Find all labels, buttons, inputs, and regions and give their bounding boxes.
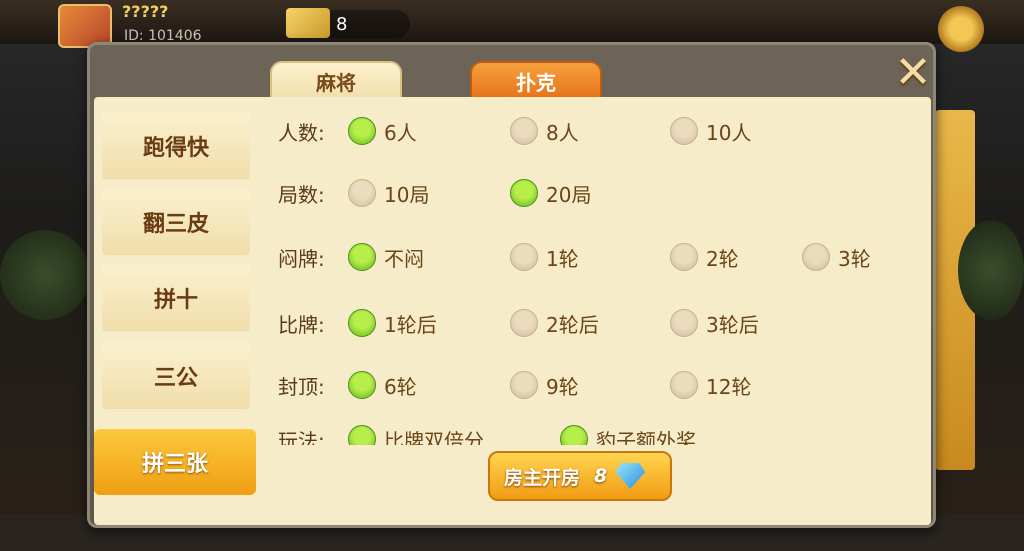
play-row: 玩法: 比牌双倍分 豹子额外奖 [266,423,926,445]
radio-icon [670,243,698,271]
stuffy-row: 闷牌: 不闷 1轮 2轮 3轮 [266,241,926,273]
radio-icon [348,309,376,337]
checkbox-icon [560,425,588,445]
compare-option[interactable]: 3轮后 [670,307,759,339]
radio-icon [510,117,538,145]
players-row: 人数: 6人 8人 10人 [266,115,926,147]
players-option[interactable]: 10人 [670,115,751,147]
cap-option[interactable]: 12轮 [670,369,751,401]
stuffy-option[interactable]: 2轮 [670,241,739,273]
radio-icon [510,371,538,399]
game-sidebar: 跑得快 翻三皮 拼十 三公 拼三张 [94,97,260,525]
settings-panel: 人数: 6人 8人 10人 局数: 10局 20局 闷牌: 不闷 1轮 2轮 3… [266,105,926,445]
cap-row: 封顶: 6轮 9轮 12轮 [266,369,926,401]
stuffy-label: 闷牌: [278,247,325,271]
close-icon[interactable]: ✕ [890,47,936,98]
gem-count: 8 [336,14,348,35]
compare-option[interactable]: 2轮后 [510,307,599,339]
stuffy-option[interactable]: 3轮 [802,241,871,273]
create-room-dialog: 麻将 扑克 ✕ 跑得快 翻三皮 拼十 三公 拼三张 人数: 6人 8人 10人 … [87,42,936,528]
decor-plant [958,220,1024,320]
radio-icon [348,243,376,271]
play-option[interactable]: 比牌双倍分 [348,423,484,445]
sidebar-item-sangong[interactable]: 三公 [102,343,250,409]
sidebar-item-fansanpi[interactable]: 翻三皮 [102,189,250,255]
create-room-button[interactable]: 房主开房 8 [488,451,672,501]
decor-plant [0,230,90,320]
sidebar-item-paodekuai[interactable]: 跑得快 [102,113,250,179]
checkbox-icon [348,425,376,445]
tab-puke[interactable]: 扑克 [470,61,602,101]
stuffy-option[interactable]: 1轮 [510,241,579,273]
radio-icon [802,243,830,271]
radio-icon [348,371,376,399]
radio-icon [510,243,538,271]
player-name: ????? [122,2,169,21]
stuffy-option[interactable]: 不闷 [348,241,424,273]
radio-icon [670,371,698,399]
rounds-label: 局数: [278,183,325,207]
radio-icon [348,179,376,207]
sidebar-item-pinshi[interactable]: 拼十 [102,265,250,331]
rounds-option[interactable]: 10局 [348,177,429,209]
create-room-cost: 8 [594,465,608,487]
settings-gear-icon[interactable] [938,6,984,52]
players-label: 人数: [278,121,325,145]
play-option[interactable]: 豹子额外奖 [560,423,696,445]
cap-option[interactable]: 6轮 [348,369,417,401]
cap-label: 封顶: [278,375,325,399]
play-label: 玩法: [278,429,325,445]
compare-label: 比牌: [278,313,325,337]
rounds-row: 局数: 10局 20局 [266,177,926,209]
players-option[interactable]: 8人 [510,115,579,147]
radio-icon [348,117,376,145]
cap-option[interactable]: 9轮 [510,369,579,401]
radio-icon [670,117,698,145]
compare-row: 比牌: 1轮后 2轮后 3轮后 [266,307,926,339]
radio-icon [510,309,538,337]
gem-icon [286,8,330,38]
diamond-icon [615,463,646,489]
rounds-option[interactable]: 20局 [510,177,591,209]
radio-icon [670,309,698,337]
tab-majiang[interactable]: 麻将 [270,61,402,101]
sidebar-item-pinsanzhang[interactable]: 拼三张 [94,429,256,495]
compare-option[interactable]: 1轮后 [348,307,437,339]
create-room-label: 房主开房 [504,466,581,489]
players-option[interactable]: 6人 [348,115,417,147]
radio-icon [510,179,538,207]
